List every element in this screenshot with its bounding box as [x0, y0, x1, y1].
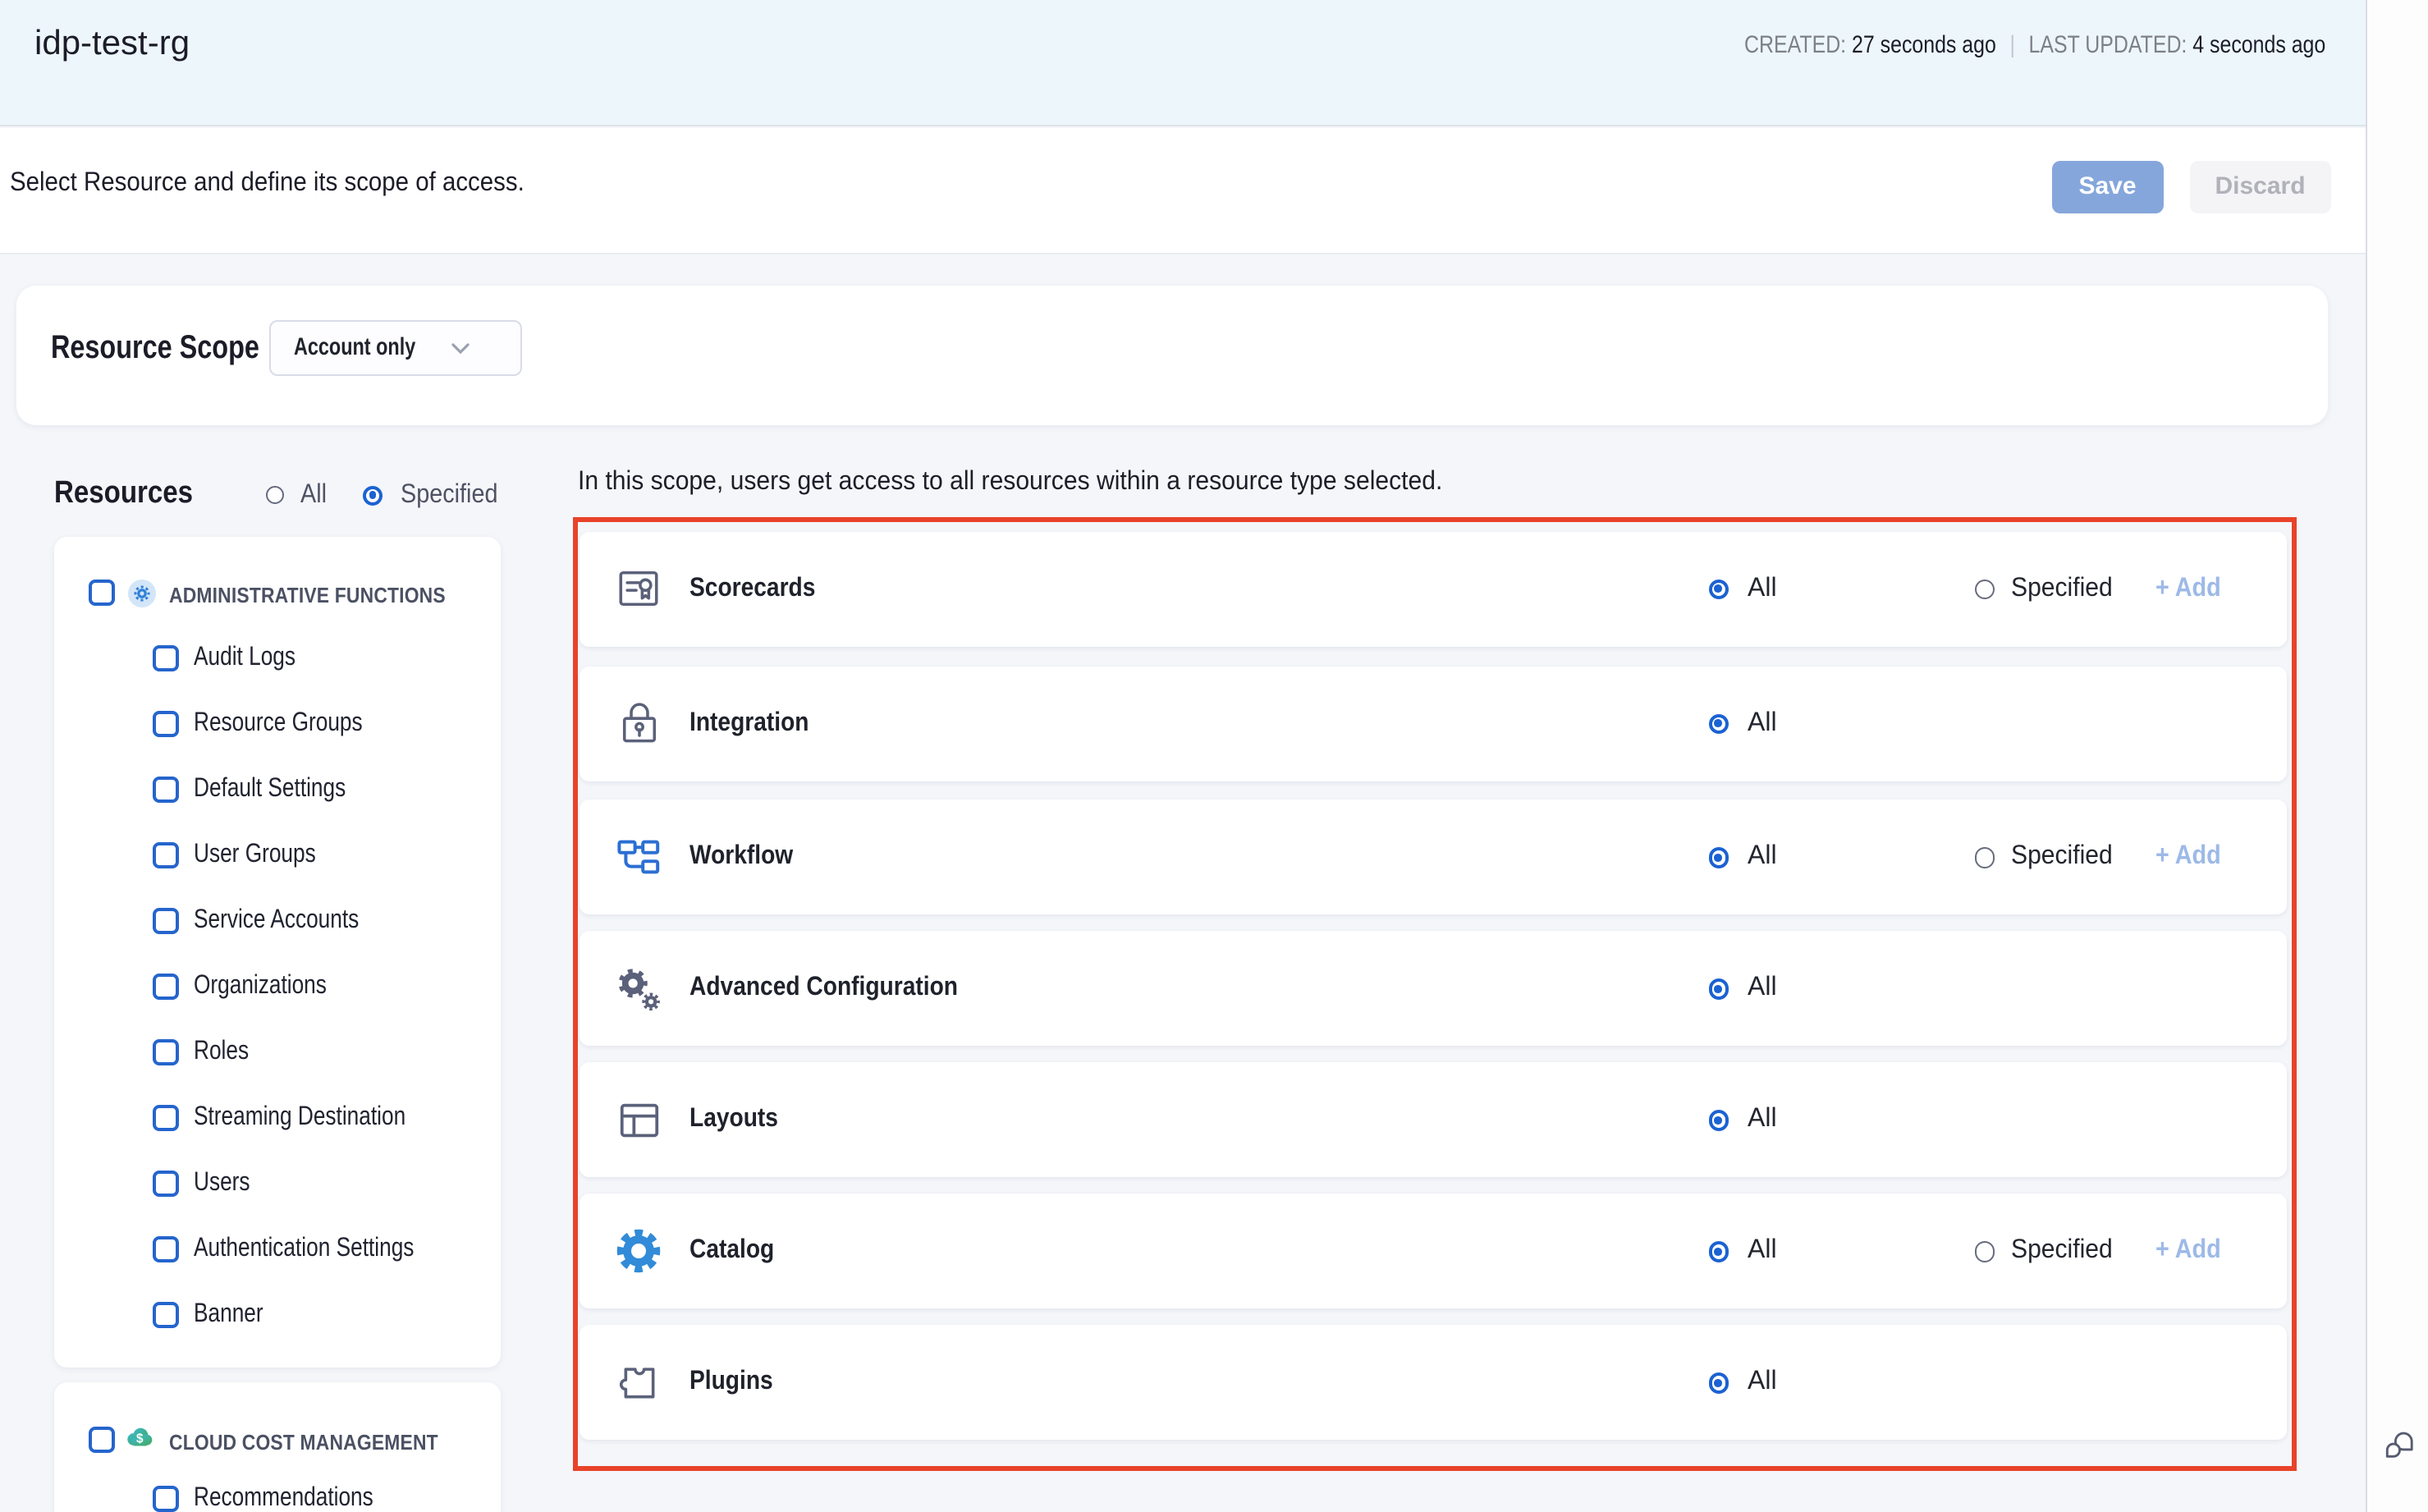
svg-text:$: $	[136, 1432, 144, 1446]
